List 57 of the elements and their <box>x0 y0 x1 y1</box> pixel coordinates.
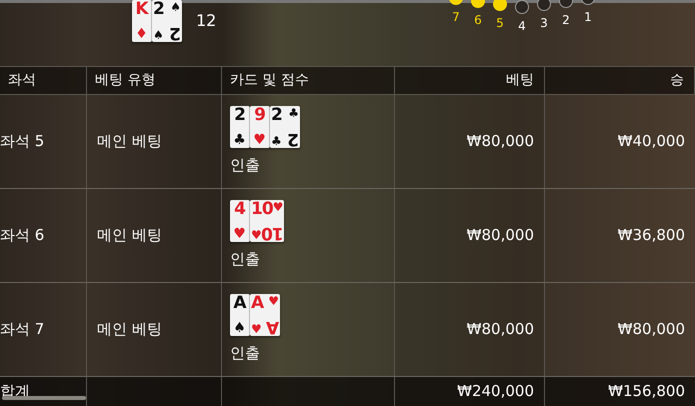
total-bet: ₩240,000 <box>457 381 534 402</box>
card-rank: A <box>233 295 246 312</box>
card-suit: ♥ <box>268 295 279 308</box>
card-rank: 2 <box>271 107 282 124</box>
win-amount: ₩36,800 <box>618 225 685 246</box>
road-number: 5 <box>496 15 504 32</box>
card-rank: 4 <box>234 201 245 218</box>
card-suit: ♣ <box>233 133 246 148</box>
seat-cell-text: 좌석 6 <box>0 225 44 246</box>
bet-type-cell-text: 메인 베팅 <box>97 225 162 246</box>
road-number: 3 <box>540 15 548 32</box>
column-header: 베팅 <box>506 71 534 90</box>
card-rank: 2 <box>234 107 245 124</box>
bet-amount: ₩80,000 <box>466 319 534 340</box>
card-rank: 2 <box>170 24 181 41</box>
bet-amount: ₩80,000 <box>466 225 534 246</box>
card-rank: 2 <box>153 1 164 18</box>
card-rank: A <box>266 318 279 336</box>
card-rank: K <box>135 1 148 18</box>
column-header: 카드 및 점수 <box>230 71 309 90</box>
column-header: 승 <box>670 71 684 90</box>
bet-type-cell-text: 메인 베팅 <box>97 319 162 340</box>
card-suit: ♠ <box>153 29 164 41</box>
bet-type-cell-text: 메인 베팅 <box>97 131 162 152</box>
total-win: ₩156,800 <box>608 381 685 402</box>
road-number: 4 <box>518 18 526 35</box>
column-header: 좌석 <box>8 71 36 90</box>
bet-amount: ₩80,000 <box>466 131 534 152</box>
card-suit: ♥ <box>251 323 262 336</box>
road-number: 2 <box>562 12 570 29</box>
result-text: 인출 <box>230 343 260 364</box>
card-suit: ♣ <box>288 107 299 120</box>
result-text: 인출 <box>230 249 260 270</box>
card-rank: 10 <box>262 224 284 242</box>
card-suit: ♥ <box>251 229 262 242</box>
card-rank: A <box>251 295 264 312</box>
card-suit: ♠ <box>233 321 246 336</box>
card-rank: 9 <box>254 107 265 124</box>
result-text: 인출 <box>230 155 260 176</box>
card-suit: ♠ <box>170 1 181 13</box>
card-rank: 10 <box>251 201 273 218</box>
card-suit: ♥ <box>253 133 266 148</box>
card-suit: ♥ <box>272 201 284 214</box>
win-amount: ₩80,000 <box>618 319 685 340</box>
column-header: 베팅 유형 <box>95 71 156 90</box>
win-amount: ₩40,000 <box>618 131 685 152</box>
card-rank: 2 <box>288 130 299 148</box>
road-number: 1 <box>584 9 592 26</box>
card-suit: ♥ <box>233 227 246 242</box>
seat-cell-text: 좌석 5 <box>0 131 44 152</box>
card-suit: ♦ <box>135 27 148 41</box>
hand-score: 12 <box>196 10 216 32</box>
road-number: 7 <box>452 9 460 26</box>
card-suit: ♣ <box>271 135 282 148</box>
seat-cell-text: 좌석 7 <box>0 319 44 340</box>
scrollbar[interactable] <box>2 396 86 400</box>
road-number: 6 <box>474 12 482 29</box>
